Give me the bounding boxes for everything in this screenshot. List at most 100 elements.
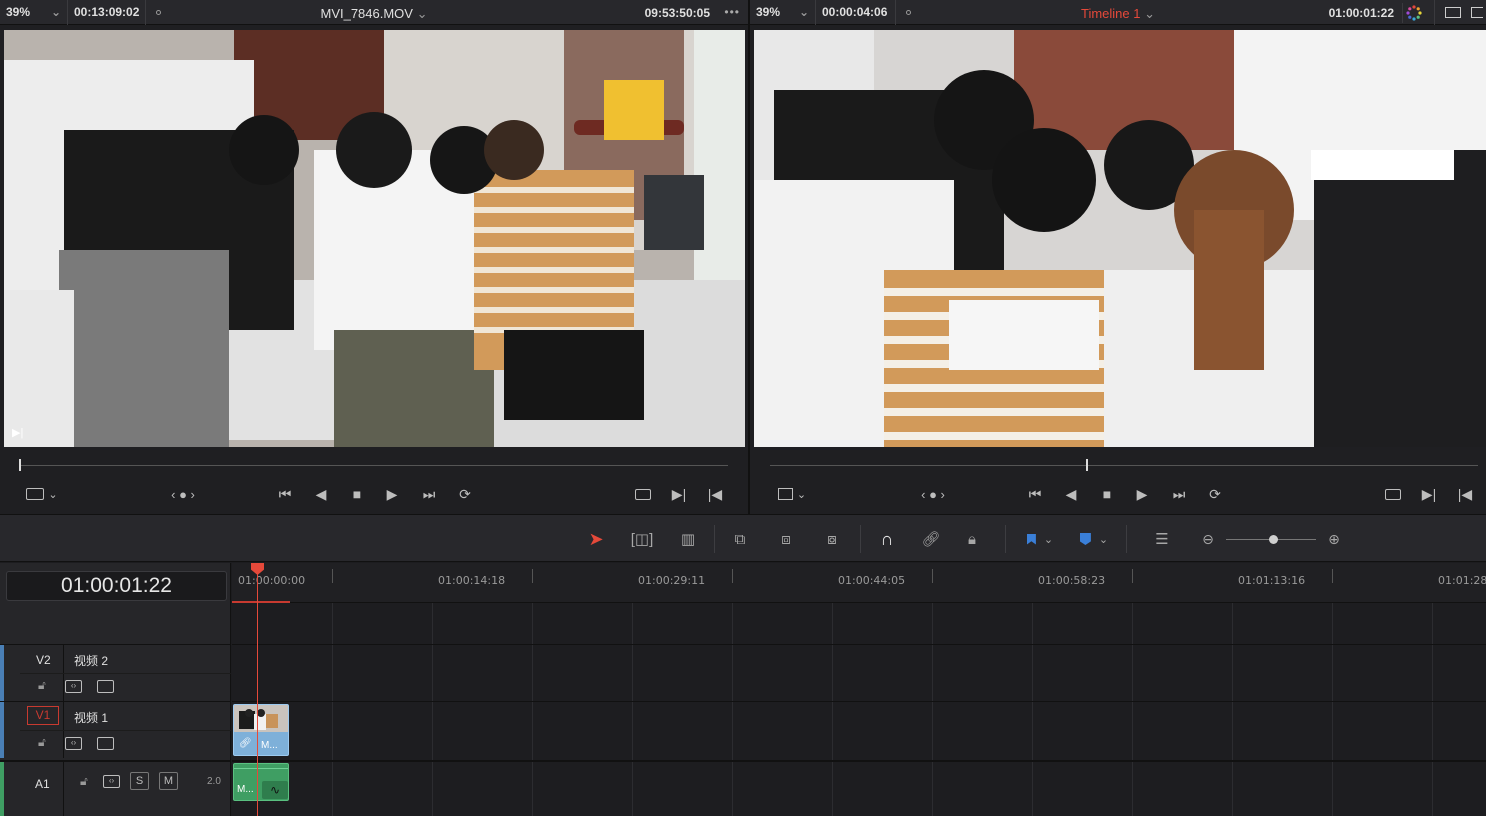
timeline-record-timecode: 01:00:01:22 [1328,6,1394,20]
match-frame-button[interactable] [1380,482,1406,506]
track-lane-a1[interactable]: M... ∿ [232,760,1486,816]
play-to-end-icon[interactable]: ▶| [12,426,23,439]
track-lane-v2[interactable] [232,644,1486,701]
play-button[interactable]: ▶ [1130,482,1154,506]
audio-clip-label: M... [237,784,254,795]
clip-thumbnail [234,705,288,732]
track-color-stripe [0,762,4,816]
chevron-down-icon: ⌄ [1144,6,1155,21]
snapping-icon[interactable]: ∩ [874,527,900,551]
zoom-slider-handle[interactable] [1269,535,1278,544]
track-lock-icon[interactable]: 🔓︎ [80,774,88,789]
selection-tool-icon[interactable]: ➤ [584,527,608,551]
track-lock-icon[interactable]: 🔓︎ [38,678,46,693]
ruler-label: 01:00:44:05 [838,574,906,587]
track-lane-v1[interactable]: 🔗︎ M... [232,701,1486,758]
source-record-timecode: 09:53:50:05 [644,6,710,20]
edit-toolbar: ➤ [◫] ▥ ⧉ ⧈ ⧇ ∩ 🔗︎ 🔒︎ ⌄ ⌄ ☰ ⊖ ⊕ [0,514,1486,562]
blade-tool-icon[interactable]: ▥ [674,527,702,551]
timeline-ruler[interactable]: 01:00:00:00 01:00:14:18 01:00:29:11 01:0… [232,563,1486,603]
position-lock-icon[interactable]: 🔒︎ [960,527,984,551]
replace-clip-icon[interactable]: ⧇ [816,527,848,551]
source-zoom-value: 39% [6,5,31,19]
solo-button[interactable]: S [130,772,149,790]
source-clip-name: MVI_7846.MOV [320,6,413,21]
video-clip[interactable]: 🔗︎ M... [233,704,289,756]
playhead[interactable] [257,563,258,816]
ruler-tick [732,569,733,583]
mark-in-icon[interactable]: |◀ [704,482,726,506]
track-name[interactable]: 视频 2 [74,652,108,669]
ruler-label: 01:00:29:11 [638,574,706,587]
timeline-area[interactable]: 01:00:00:00 01:00:14:18 01:00:29:11 01:0… [232,563,1486,816]
timeline-transport: ⌄ ‹ ● › ⏮ ◀ ■ ▶ ⏭ ⟳ ▶| |◀ [750,482,1486,506]
zoom-in-icon[interactable]: ⊕ [1324,527,1344,551]
stop-button[interactable]: ■ [1095,482,1119,506]
color-wheel-icon[interactable] [1402,3,1422,23]
overwrite-clip-icon[interactable]: ⧈ [772,527,800,551]
timeline-zoom-select[interactable]: 39% ⌄ [750,0,816,25]
insert-clip-icon[interactable]: ⧉ [724,527,756,551]
track-id[interactable]: A1 [35,777,50,791]
dual-viewer-icon[interactable] [1471,7,1483,18]
ruler-label: 01:00:00:00 [238,574,306,587]
more-options-icon[interactable]: ••• [724,5,740,19]
track-id[interactable]: V2 [36,653,51,667]
timeline-frame-image [754,30,1486,447]
play-reverse-button[interactable]: ◀ [310,482,332,506]
jump-to-start-button[interactable]: ⏮ [272,482,298,506]
track-header-a1: A1 🔓︎ ‹› S M 2.0 [0,760,231,816]
track-id-destination[interactable]: V1 [27,706,59,725]
auto-track-select-icon[interactable]: ‹› [65,737,82,750]
timeline-name: Timeline 1 [1080,6,1141,21]
trim-tool-icon[interactable]: [◫] [626,527,658,551]
timeline-clip-nav[interactable]: ‹ ● › [910,482,956,506]
source-video-frame: ▶| [4,30,745,447]
loop-button[interactable]: ⟳ [1202,482,1228,506]
chevron-down-icon: ⌄ [798,5,809,19]
timeline-zoom-value: 39% [756,5,781,19]
mark-out-icon[interactable]: ▶| [1418,482,1440,506]
single-viewer-icon[interactable] [1445,7,1461,18]
audio-waveform [234,768,288,769]
loop-button[interactable]: ⟳ [452,482,478,506]
source-scrubber[interactable] [20,465,728,466]
disable-track-icon[interactable] [97,737,114,750]
track-color-stripe [0,645,4,701]
source-zoom-select[interactable]: 39% ⌄ [0,0,68,25]
source-safe-area-button[interactable]: ⌄ [22,482,62,506]
jump-to-start-button[interactable]: ⏮ [1022,482,1048,506]
auto-track-select-icon[interactable]: ‹› [103,775,120,788]
stop-button[interactable]: ■ [345,482,369,506]
timeline-current-timecode[interactable]: 01:00:01:22 [6,571,227,601]
flag-dropdown[interactable]: ⌄ [1020,527,1060,551]
jump-to-end-button[interactable]: ⏭ [416,482,442,506]
play-button[interactable]: ▶ [380,482,404,506]
track-lock-icon[interactable]: 🔓︎ [38,735,46,750]
timeline-view-options-icon[interactable]: ☰ [1146,527,1178,551]
play-reverse-button[interactable]: ◀ [1060,482,1082,506]
ruler-label: 01:01:28: [1438,574,1486,587]
source-scrubber-head[interactable] [19,459,21,471]
track-name[interactable]: 视频 1 [74,709,108,726]
mute-button[interactable]: M [159,772,178,790]
audio-curve-icon[interactable]: ∿ [262,781,288,799]
match-frame-button[interactable] [630,482,656,506]
mark-out-icon[interactable]: ▶| [668,482,690,506]
timeline-scrubber-head[interactable] [1086,459,1088,471]
track-header-v2: V2 视频 2 🔓︎ ‹› [0,644,231,701]
zoom-out-icon[interactable]: ⊖ [1198,527,1218,551]
source-clip-nav[interactable]: ‹ ● › [160,482,206,506]
auto-track-select-icon[interactable]: ‹› [65,680,82,693]
linked-selection-icon[interactable]: 🔗︎ [918,527,944,551]
timeline-safe-area-button[interactable]: ⌄ [772,482,812,506]
mark-in-icon[interactable]: |◀ [1454,482,1476,506]
ruler-tick [1332,569,1333,583]
chevron-down-icon: ⌄ [796,488,807,501]
jump-to-end-button[interactable]: ⏭ [1166,482,1192,506]
marker-dropdown[interactable]: ⌄ [1074,527,1114,551]
marker-icon [1079,533,1091,545]
disable-track-icon[interactable] [97,680,114,693]
audio-clip[interactable]: M... ∿ [233,763,289,801]
timeline-scrubber[interactable] [770,465,1478,466]
